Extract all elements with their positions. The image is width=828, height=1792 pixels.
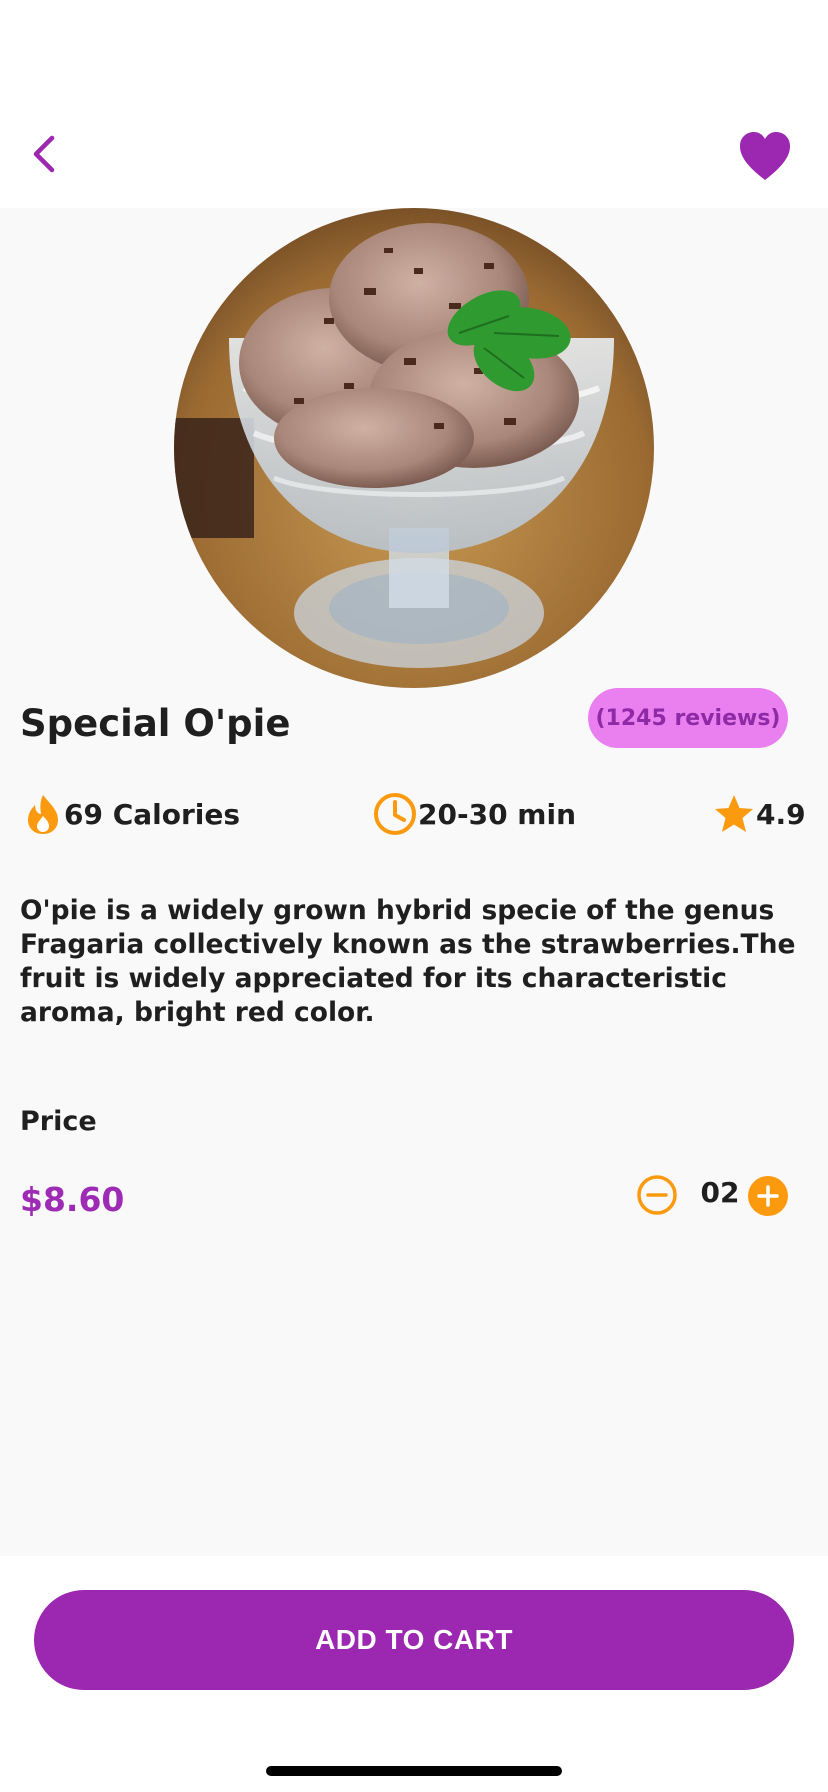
product-description: O'pie is a widely grown hybrid specie of… (20, 895, 796, 1028)
price-label: Price (20, 1106, 97, 1137)
screen: Special O'pie (1245 reviews) 69 Calories… (0, 0, 828, 1792)
heart-icon (740, 132, 790, 180)
quantity-stepper: 02 (636, 1174, 788, 1218)
calories-text: 69 Calories (64, 797, 241, 831)
increase-quantity-button[interactable] (748, 1176, 788, 1216)
decrease-quantity-button[interactable] (636, 1174, 678, 1216)
calories-stat: 69 Calories (22, 786, 240, 842)
product-details: Special O'pie (1245 reviews) 69 Calories… (0, 208, 828, 1556)
price-value: $8.60 (20, 1180, 125, 1219)
back-button[interactable] (22, 124, 78, 180)
clock-icon (374, 793, 416, 835)
flame-icon (28, 795, 58, 834)
product-image (174, 208, 654, 688)
header (0, 0, 828, 208)
favorite-button[interactable] (736, 128, 794, 186)
reviews-badge[interactable]: (1245 reviews) (588, 688, 788, 748)
product-title: Special O'pie (20, 702, 291, 745)
star-icon (715, 795, 753, 832)
chevron-left-icon (33, 135, 55, 173)
time-text: 20-30 min (418, 797, 577, 831)
minus-circle-icon (637, 1175, 677, 1215)
home-indicator[interactable] (266, 1766, 562, 1776)
rating-stat: 4.9 (712, 786, 806, 842)
rating-text: 4.9 (756, 797, 806, 831)
quantity-value: 02 (700, 1176, 740, 1209)
add-to-cart-button[interactable]: ADD TO CART (34, 1590, 794, 1690)
plus-circle-icon (748, 1176, 788, 1216)
time-stat: 20-30 min (372, 786, 576, 842)
